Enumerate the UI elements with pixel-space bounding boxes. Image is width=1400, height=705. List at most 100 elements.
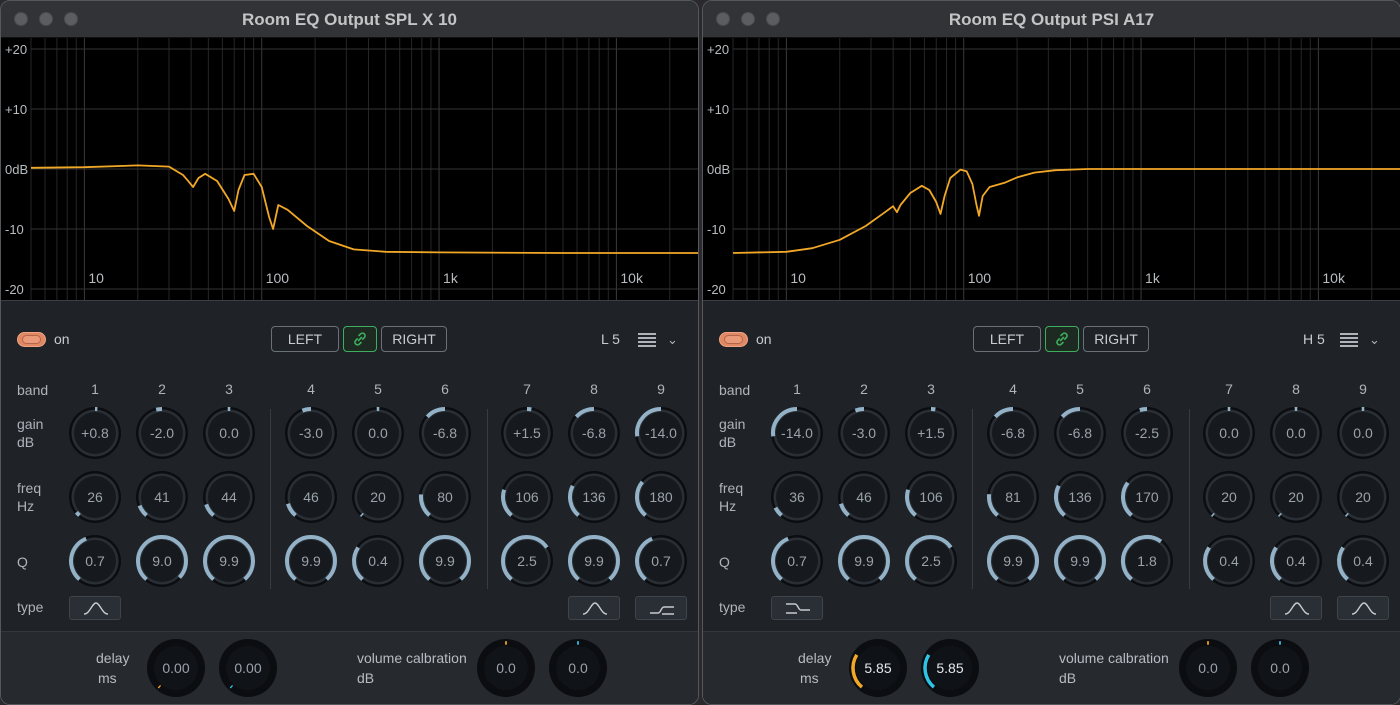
gain-knob-band-4[interactable]: -6.8 [985, 405, 1041, 461]
freq-knob-band-6[interactable]: 170 [1119, 469, 1175, 525]
q-knob-band-3[interactable]: 2.5 [903, 533, 959, 589]
gain-knob-band-8[interactable]: -6.8 [566, 405, 622, 461]
gain-knob-band-6[interactable]: -6.8 [417, 405, 473, 461]
delay-knob-left[interactable]: 5.85 [848, 638, 908, 698]
left-channel-button[interactable]: LEFT [973, 326, 1041, 352]
q-knob-band-7[interactable]: 0.4 [1201, 533, 1257, 589]
freq-knob-band-1[interactable]: 26 [67, 469, 123, 525]
gain-knob-band-9[interactable]: 0.0 [1335, 405, 1391, 461]
frequency-response-graph[interactable]: +20 +10 0dB -10 -20 10 100 1k 10k [1, 38, 698, 300]
freq-row-label: freq [719, 480, 744, 496]
q-knob-band-8[interactable]: 9.9 [566, 533, 622, 589]
q-knob-band-9[interactable]: 0.4 [1335, 533, 1391, 589]
filter-type-button-band-1[interactable] [771, 596, 823, 620]
volume-knob-left[interactable]: 0.0 [476, 638, 536, 698]
freq-knob-band-2[interactable]: 46 [836, 469, 892, 525]
freq-knob-band-9[interactable]: 20 [1335, 469, 1391, 525]
gain-knob-band-5[interactable]: -6.8 [1052, 405, 1108, 461]
link-channels-button[interactable] [343, 326, 377, 352]
volume-knob-right[interactable]: 0.0 [548, 638, 608, 698]
freq-knob-band-4[interactable]: 46 [283, 469, 339, 525]
output-footer: delay ms volume calbration dB 5.85 5.85 0.0 0.0 [703, 631, 1400, 704]
filter-type-button-band-8[interactable] [568, 596, 620, 620]
freq-knob-band-3[interactable]: 106 [903, 469, 959, 525]
freq-knob-band-3[interactable]: 44 [201, 469, 257, 525]
frequency-response-graph[interactable]: +20 +10 0dB -10 -20 10 100 1k 10k [703, 38, 1400, 300]
title-bar[interactable]: Room EQ Output PSI A17 [703, 1, 1400, 38]
q-knob-band-6[interactable]: 9.9 [417, 533, 473, 589]
chevron-down-icon[interactable]: ⌄ [667, 332, 678, 348]
q-knob-band-6[interactable]: 1.8 [1119, 533, 1175, 589]
volume-knob-left[interactable]: 0.0 [1178, 638, 1238, 698]
menu-icon[interactable] [638, 333, 656, 347]
freq-knob-band-7[interactable]: 106 [499, 469, 555, 525]
freq-knob-band-8[interactable]: 20 [1268, 469, 1324, 525]
delay-knob-right[interactable]: 5.85 [920, 638, 980, 698]
chevron-down-icon[interactable]: ⌄ [1369, 332, 1380, 348]
filter-type-button-band-9[interactable] [635, 596, 687, 620]
freq-knob-band-9[interactable]: 180 [633, 469, 689, 525]
bell-filter-icon [1351, 602, 1377, 615]
title-bar[interactable]: Room EQ Output SPL X 10 [1, 1, 698, 38]
left-channel-button[interactable]: LEFT [271, 326, 339, 352]
knob-value: 180 [649, 489, 673, 505]
freq-knob-band-6[interactable]: 80 [417, 469, 473, 525]
gain-knob-band-9[interactable]: -14.0 [633, 405, 689, 461]
freq-knob-band-2[interactable]: 41 [134, 469, 190, 525]
power-toggle[interactable] [17, 332, 46, 347]
gain-knob-band-4[interactable]: -3.0 [283, 405, 339, 461]
delay-knob-left[interactable]: 0.00 [146, 638, 206, 698]
gain-knob-band-1[interactable]: -14.0 [769, 405, 825, 461]
filter-type-button-band-9[interactable] [1337, 596, 1389, 620]
y-tick-label: -20 [707, 282, 726, 297]
gain-knob-band-8[interactable]: 0.0 [1268, 405, 1324, 461]
y-tick-label: +20 [707, 42, 729, 57]
delay-knob-right[interactable]: 0.00 [218, 638, 278, 698]
gain-unit-label: dB [17, 434, 35, 450]
gain-knob-band-2[interactable]: -2.0 [134, 405, 190, 461]
menu-icon[interactable] [1340, 333, 1358, 347]
q-knob-band-4[interactable]: 9.9 [283, 533, 339, 589]
q-knob-band-5[interactable]: 9.9 [1052, 533, 1108, 589]
freq-knob-band-1[interactable]: 36 [769, 469, 825, 525]
q-knob-band-9[interactable]: 0.7 [633, 533, 689, 589]
knob-value: 0.0 [1270, 660, 1290, 676]
knob-value: +1.5 [917, 425, 945, 441]
knob-value: 5.85 [864, 660, 892, 676]
freq-knob-band-8[interactable]: 136 [566, 469, 622, 525]
eq-control-panel: on LEFT RIGHT H 5 ⌄ band gain dB freq Hz Qtype 1 -14… [703, 300, 1400, 704]
q-knob-band-8[interactable]: 0.4 [1268, 533, 1324, 589]
knob-value: 9.9 [584, 553, 604, 569]
gain-knob-band-2[interactable]: -3.0 [836, 405, 892, 461]
q-knob-band-2[interactable]: 9.0 [134, 533, 190, 589]
gain-knob-band-6[interactable]: -2.5 [1119, 405, 1175, 461]
q-knob-band-5[interactable]: 0.4 [350, 533, 406, 589]
volume-calibration-label: volume calbration [357, 650, 467, 666]
freq-knob-band-4[interactable]: 81 [985, 469, 1041, 525]
q-knob-band-7[interactable]: 2.5 [499, 533, 555, 589]
q-knob-band-1[interactable]: 0.7 [67, 533, 123, 589]
right-channel-button[interactable]: RIGHT [381, 326, 447, 352]
gain-knob-band-5[interactable]: 0.0 [350, 405, 406, 461]
gain-knob-band-7[interactable]: 0.0 [1201, 405, 1257, 461]
freq-knob-band-5[interactable]: 20 [350, 469, 406, 525]
volume-knob-right[interactable]: 0.0 [1250, 638, 1310, 698]
link-channels-button[interactable] [1045, 326, 1079, 352]
y-tick-label: +10 [5, 102, 27, 117]
q-knob-band-3[interactable]: 9.9 [201, 533, 257, 589]
q-knob-band-4[interactable]: 9.9 [985, 533, 1041, 589]
gain-knob-band-7[interactable]: +1.5 [499, 405, 555, 461]
q-knob-band-1[interactable]: 0.7 [769, 533, 825, 589]
knob-value: 106 [919, 489, 943, 505]
q-knob-band-2[interactable]: 9.9 [836, 533, 892, 589]
gain-knob-band-3[interactable]: +1.5 [903, 405, 959, 461]
filter-type-button-band-1[interactable] [69, 596, 121, 620]
gain-row-label: gain [17, 416, 44, 432]
power-toggle[interactable] [719, 332, 748, 347]
right-channel-button[interactable]: RIGHT [1083, 326, 1149, 352]
freq-knob-band-5[interactable]: 136 [1052, 469, 1108, 525]
gain-knob-band-1[interactable]: +0.8 [67, 405, 123, 461]
gain-knob-band-3[interactable]: 0.0 [201, 405, 257, 461]
filter-type-button-band-8[interactable] [1270, 596, 1322, 620]
freq-knob-band-7[interactable]: 20 [1201, 469, 1257, 525]
